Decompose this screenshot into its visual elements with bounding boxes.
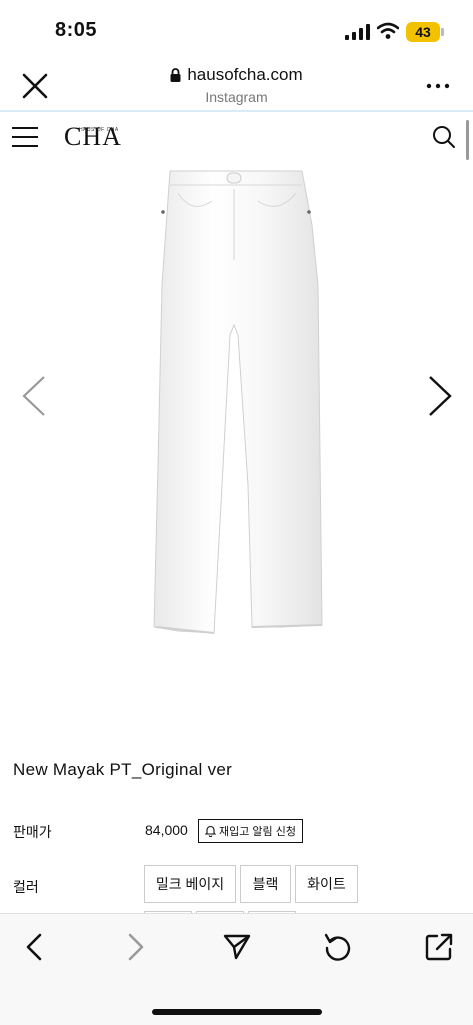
chevron-left-icon[interactable] — [20, 375, 48, 417]
site-logo-small: HAUS OF CHA — [79, 127, 119, 133]
send-icon[interactable] — [222, 932, 252, 962]
hamburger-icon[interactable] — [12, 127, 38, 147]
url-domain: hausofcha.com — [187, 65, 303, 84]
color-option-black[interactable]: 블랙 — [240, 865, 291, 903]
url-source: Instagram — [205, 89, 268, 105]
battery-cap — [441, 28, 444, 36]
browser-bar: hausofcha.com Instagram — [0, 60, 473, 112]
status-bar: 8:05 43 — [0, 0, 473, 60]
bell-icon — [205, 825, 216, 837]
close-icon[interactable] — [20, 71, 50, 101]
color-option-white[interactable]: 화이트 — [295, 865, 358, 903]
product-image — [153, 170, 323, 634]
browser-toolbar — [0, 913, 473, 1025]
chevron-right-icon[interactable] — [426, 375, 454, 417]
lock-icon — [170, 68, 181, 82]
wifi-icon — [377, 22, 399, 39]
price-label: 판매가 — [13, 824, 52, 840]
url-display[interactable]: hausofcha.com Instagram — [120, 65, 353, 105]
reload-icon[interactable] — [323, 932, 353, 962]
signal-icon — [345, 24, 370, 40]
color-option-milk-beige[interactable]: 밀크 베이지 — [144, 865, 236, 903]
color-label: 컬러 — [13, 879, 39, 895]
restock-alert-button[interactable]: 재입고 알림 신청 — [198, 819, 303, 843]
more-icon[interactable] — [426, 82, 450, 90]
home-indicator[interactable] — [152, 1009, 322, 1015]
status-time: 8:05 — [55, 19, 98, 41]
battery-indicator: 43 — [406, 22, 440, 42]
product-title: New Mayak PT_Original ver — [13, 760, 233, 779]
site-header: CHA HAUS OF CHA — [0, 112, 473, 162]
product-price: 84,000 — [145, 822, 188, 838]
search-icon[interactable] — [432, 125, 456, 149]
scrollbar[interactable] — [466, 120, 469, 160]
back-icon[interactable] — [24, 932, 44, 962]
restock-alert-label: 재입고 알림 신청 — [219, 826, 296, 838]
forward-icon[interactable] — [126, 932, 146, 962]
open-external-icon[interactable] — [424, 932, 454, 962]
